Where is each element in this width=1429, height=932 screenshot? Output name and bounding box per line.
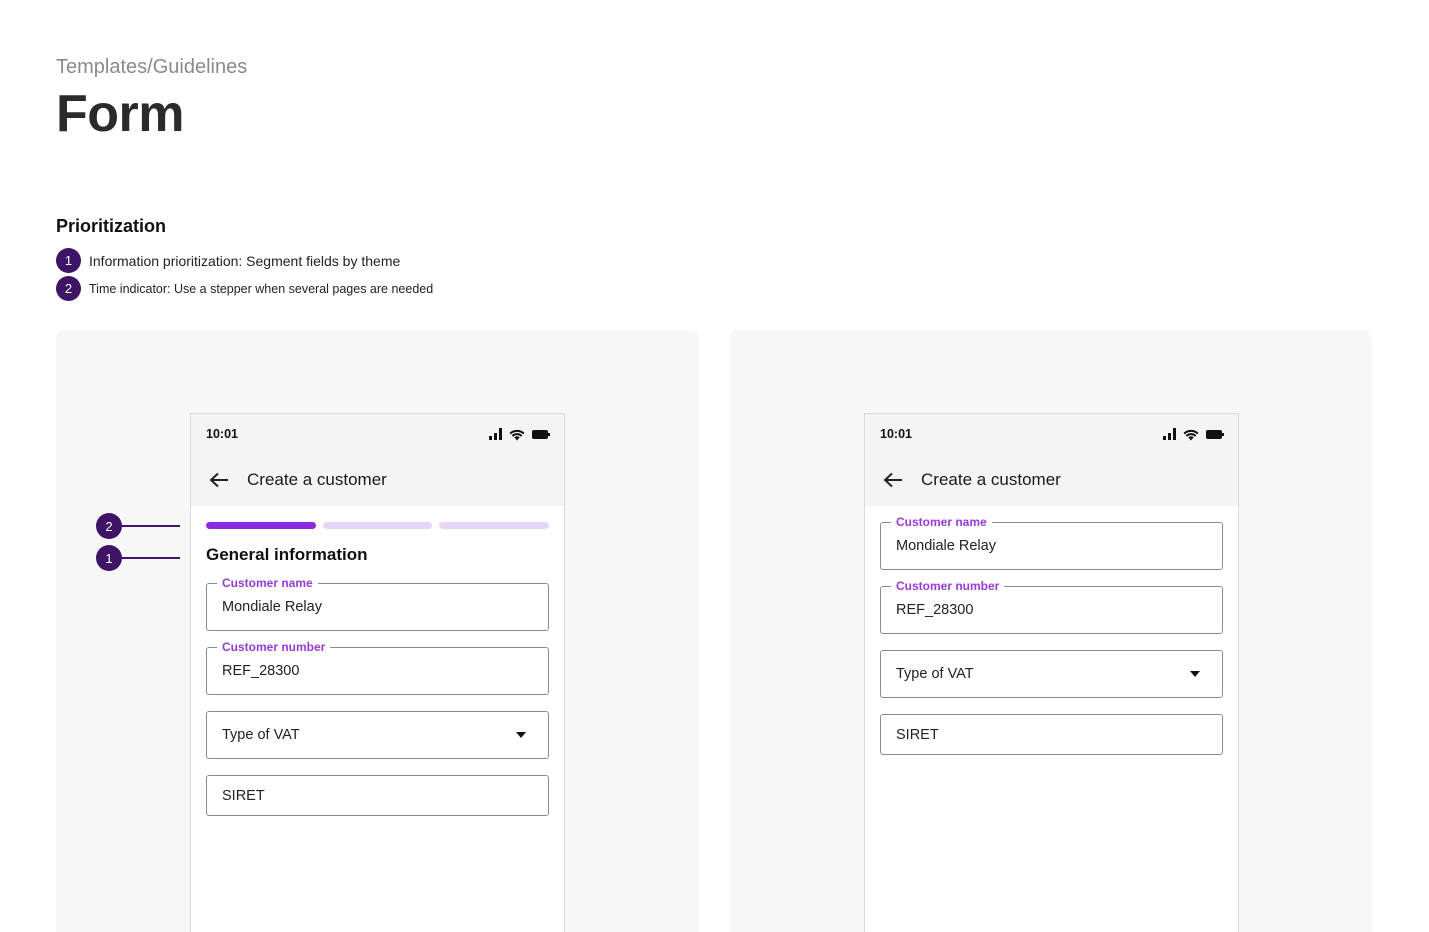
app-title: Create a customer (247, 470, 387, 489)
callout-group-title: 1 (96, 545, 180, 571)
number-badge: 2 (96, 513, 122, 539)
customer-number-field[interactable]: Customer number REF_28300 (880, 579, 1223, 634)
phone-mockup: 10:01 Create a customer Customer name Mo… (864, 413, 1239, 932)
example-panel: 2 1 10:01 Create a customer General info… (56, 330, 699, 932)
field-placeholder: Type of VAT (896, 666, 974, 682)
field-placeholder: Type of VAT (222, 727, 300, 743)
wifi-icon (509, 429, 525, 440)
signal-icon (1163, 428, 1176, 440)
field-value: REF_28300 (896, 602, 974, 618)
field-value: REF_28300 (222, 663, 300, 679)
app-bar: Create a customer (191, 454, 564, 506)
stepper (191, 522, 564, 529)
customer-form: Customer name Mondiale Relay Customer nu… (191, 576, 564, 816)
callout-line (122, 557, 180, 559)
breadcrumb: Templates/Guidelines (56, 56, 248, 78)
status-time: 10:01 (206, 427, 238, 441)
step-indicator (439, 522, 550, 529)
callout-line (122, 525, 180, 527)
section-title: Prioritization (56, 216, 167, 236)
field-value: Mondiale Relay (222, 599, 322, 615)
field-placeholder: SIRET (222, 787, 265, 804)
legend-text: Time indicator: Use a stepper when sever… (89, 281, 434, 296)
legend-item: 2 Time indicator: Use a stepper when sev… (56, 276, 433, 301)
field-label: Customer number (217, 640, 331, 654)
customer-form: Customer name Mondiale Relay Customer nu… (865, 515, 1238, 755)
status-bar: 10:01 (865, 414, 1238, 454)
legend-item: 1 Information prioritization: Segment fi… (56, 248, 400, 273)
number-badge: 1 (56, 248, 81, 273)
arrow-left-icon[interactable] (881, 468, 905, 492)
customer-number-field[interactable]: Customer number REF_28300 (206, 640, 549, 695)
status-time: 10:01 (880, 427, 912, 441)
caret-down-icon (516, 732, 526, 738)
step-indicator (322, 522, 433, 529)
callout-stepper: 2 (96, 513, 180, 539)
field-value: Mondiale Relay (896, 538, 996, 554)
example-panel: 10:01 Create a customer Customer name Mo… (730, 330, 1372, 932)
battery-icon (1206, 429, 1224, 439)
signal-icon (489, 428, 502, 440)
field-label: Customer number (891, 579, 1005, 593)
phone-mockup: 10:01 Create a customer General informat… (190, 413, 565, 932)
battery-icon (532, 429, 550, 439)
legend-text: Information prioritization: Segment fiel… (89, 252, 401, 269)
siret-field[interactable]: SIRET (880, 714, 1223, 755)
field-label: Customer name (891, 515, 992, 529)
step-indicator (206, 522, 316, 529)
siret-field[interactable]: SIRET (206, 775, 549, 816)
number-badge: 1 (96, 545, 122, 571)
field-placeholder: SIRET (896, 726, 939, 743)
vat-select[interactable]: Type of VAT (206, 711, 549, 759)
field-label: Customer name (217, 576, 318, 590)
wifi-icon (1183, 429, 1199, 440)
arrow-left-icon[interactable] (207, 468, 231, 492)
number-badge: 2 (56, 276, 81, 301)
app-bar: Create a customer (865, 454, 1238, 506)
caret-down-icon (1190, 671, 1200, 677)
group-title: General information (206, 545, 368, 564)
vat-select[interactable]: Type of VAT (880, 650, 1223, 698)
customer-name-field[interactable]: Customer name Mondiale Relay (880, 515, 1223, 570)
app-title: Create a customer (921, 470, 1061, 489)
page-title: Form (56, 85, 185, 143)
customer-name-field[interactable]: Customer name Mondiale Relay (206, 576, 549, 631)
status-bar: 10:01 (191, 414, 564, 454)
